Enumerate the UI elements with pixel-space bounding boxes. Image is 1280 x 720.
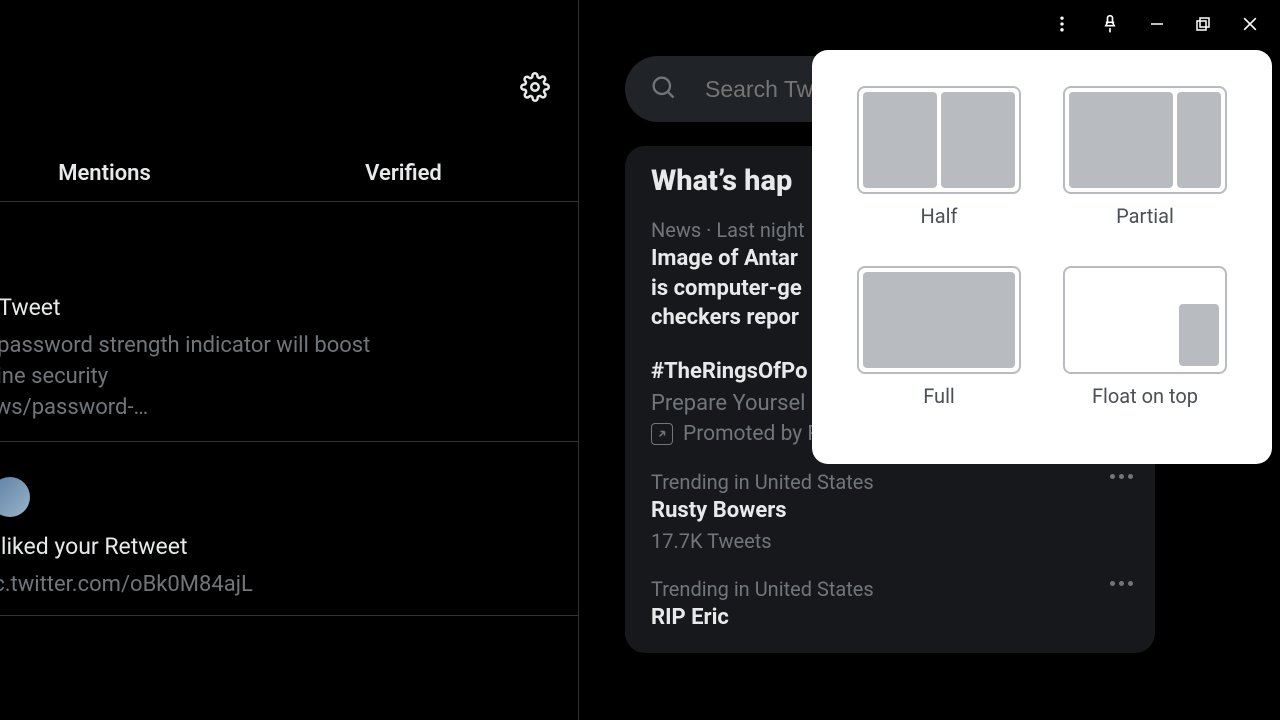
search-icon — [649, 73, 677, 105]
notification-title: d your Tweet — [0, 294, 578, 321]
more-icon[interactable] — [1110, 474, 1133, 479]
layout-option-full[interactable]: Full — [848, 266, 1030, 428]
promoted-icon — [651, 423, 673, 445]
notifications-column: Mentions Verified d your Tweet oming pas… — [0, 0, 579, 720]
notification-title: others liked your Retweet — [0, 533, 578, 560]
close-icon[interactable] — [1240, 14, 1260, 34]
trend-count: 17.7K Tweets — [651, 529, 1129, 553]
tab-mentions[interactable]: Mentions — [0, 145, 289, 201]
notification-item[interactable]: d your Tweet oming password strength ind… — [0, 294, 578, 442]
trend-headline: Rusty Bowers — [651, 496, 1129, 526]
layout-label: Partial — [1116, 204, 1174, 228]
layout-partial-icon — [1063, 86, 1227, 194]
more-icon[interactable] — [1110, 581, 1133, 586]
window-titlebar — [1052, 0, 1280, 48]
layout-float-icon — [1063, 266, 1227, 374]
layout-option-half[interactable]: Half — [848, 86, 1030, 248]
layout-option-partial[interactable]: Partial — [1054, 86, 1236, 248]
notification-body: ver? pic.twitter.com/oBk0M84ajL — [0, 572, 578, 597]
minimize-icon[interactable] — [1148, 15, 1166, 33]
layout-label: Half — [921, 204, 958, 228]
trend-item[interactable]: Trending in United States RIP Eric — [625, 563, 1155, 643]
layout-full-icon — [857, 266, 1021, 374]
window-layout-popup: Half Partial Full Float on top — [812, 50, 1272, 464]
layout-label: Full — [923, 384, 955, 408]
tab-verified[interactable]: Verified — [289, 145, 578, 201]
layout-half-icon — [857, 86, 1021, 194]
trend-headline: RIP Eric — [651, 603, 1129, 633]
notification-body: oming password strength indicator will b… — [0, 331, 578, 423]
more-vert-icon[interactable] — [1052, 14, 1072, 34]
trend-item[interactable]: Trending in United States Rusty Bowers 1… — [625, 456, 1155, 564]
trend-meta: Trending in United States — [651, 470, 1129, 494]
restore-icon[interactable] — [1194, 15, 1212, 33]
pin-icon[interactable] — [1100, 14, 1120, 34]
avatar — [0, 477, 30, 517]
layout-option-float[interactable]: Float on top — [1054, 266, 1236, 428]
gear-icon[interactable] — [520, 72, 550, 106]
layout-label: Float on top — [1092, 384, 1198, 408]
notification-tabs: Mentions Verified — [0, 145, 578, 202]
notification-item[interactable]: others liked your Retweet ver? pic.twitt… — [0, 465, 578, 616]
trend-meta: Trending in United States — [651, 577, 1129, 601]
